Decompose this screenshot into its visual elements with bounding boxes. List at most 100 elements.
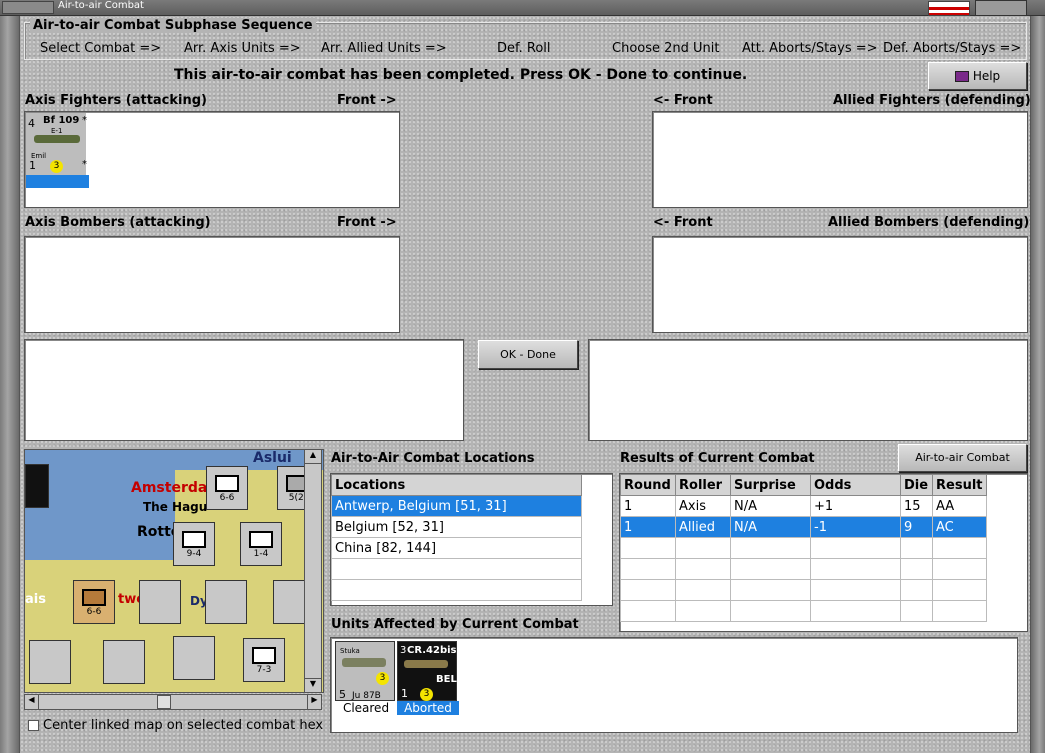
map-label-ais: ais (25, 592, 46, 607)
close-button[interactable] (975, 0, 1027, 16)
col-round[interactable]: Round (620, 474, 676, 496)
allied-fighters-front: <- Front (653, 93, 713, 108)
axis-bombers-box[interactable] (24, 236, 400, 333)
axis-fighters-front: Front -> (337, 93, 397, 108)
seq-step-def-aborts: Def. Aborts/Stays => (883, 41, 1022, 56)
title-bar: Air-to-air Combat (0, 0, 1045, 16)
infantry-icon (215, 475, 239, 492)
scroll-right-arrow-icon[interactable]: ▶ (307, 695, 321, 709)
location-row[interactable]: China [82, 144] (331, 537, 582, 559)
map-counter[interactable]: 9-4 (173, 522, 215, 566)
table-row (620, 558, 987, 580)
table-row (620, 537, 987, 559)
fighter-plane-icon (404, 660, 448, 668)
scroll-up-arrow-icon[interactable]: ▲ (305, 450, 321, 464)
infantry-icon (252, 647, 276, 664)
cell-roller: Axis (675, 495, 731, 517)
mini-map[interactable]: Aslui Amsterda The Hagu Rotterda ais twe… (24, 449, 324, 693)
map-horizontal-scrollbar[interactable]: ◀ ▶ (24, 694, 322, 710)
table-row (620, 600, 987, 622)
left-frame (0, 16, 20, 753)
infantry-icon (82, 589, 106, 606)
results-table-box: Round Roller Surprise Odds Die Result 1 … (619, 473, 1028, 632)
scroll-thumb[interactable] (157, 695, 171, 709)
cell-result: AC (932, 516, 987, 538)
allied-combat-text (588, 339, 1028, 441)
circle-3-icon: 3 (420, 688, 433, 701)
results-title: Results of Current Combat (620, 451, 815, 466)
location-row[interactable] (331, 558, 582, 580)
locations-header[interactable]: Locations (331, 474, 582, 496)
cell-surprise: N/A (730, 516, 811, 538)
ok-done-button[interactable]: OK - Done (478, 340, 578, 369)
cell-surprise: N/A (730, 495, 811, 517)
map-counter[interactable]: 1-4 (240, 522, 282, 566)
map-counter[interactable] (205, 580, 247, 624)
map-counter[interactable] (29, 640, 71, 684)
window-title: Air-to-air Combat (58, 0, 144, 11)
status-aborted: Aborted (397, 701, 459, 715)
seq-step-choose-2nd: Choose 2nd Unit (612, 41, 720, 56)
cell-die: 9 (900, 516, 933, 538)
map-label-amsterdam: Amsterda (131, 480, 208, 496)
location-row[interactable]: Antwerp, Belgium [51, 31] (331, 495, 582, 517)
circle-3-icon: 3 (50, 160, 63, 173)
allied-fighters-box[interactable] (652, 111, 1028, 208)
german-flag-icon (928, 1, 970, 16)
map-counter[interactable] (25, 464, 49, 508)
infantry-icon (182, 531, 206, 548)
combat-chart-button[interactable]: Air-to-air Combat Chart (898, 444, 1027, 490)
status-cleared: Cleared (342, 701, 390, 715)
table-row[interactable]: 1 Allied N/A -1 9 AC (620, 516, 987, 538)
location-row[interactable] (331, 579, 582, 601)
status-message: This air-to-air combat has been complete… (174, 67, 748, 83)
axis-fighters-label: Axis Fighters (attacking) (25, 93, 207, 108)
scroll-down-arrow-icon[interactable]: ▼ (305, 678, 321, 692)
map-counter[interactable] (103, 640, 145, 684)
sequence-title: Air-to-air Combat Subphase Sequence (30, 18, 316, 33)
map-counter[interactable]: 6-6 (73, 580, 115, 624)
map-vertical-scrollbar[interactable]: ▲ ▼ (304, 449, 322, 693)
col-odds[interactable]: Odds (810, 474, 901, 496)
cell-roller: Allied (675, 516, 731, 538)
seq-step-att-aborts: Att. Aborts/Stays => (742, 41, 878, 56)
col-die[interactable]: Die (900, 474, 933, 496)
affected-unit-cr42[interactable]: 3 CR.42bis BEL 1 3 (397, 641, 457, 701)
col-result[interactable]: Result (932, 474, 987, 496)
book-icon (954, 71, 969, 82)
col-surprise[interactable]: Surprise (730, 474, 811, 496)
unit-selection-bar (26, 175, 89, 188)
center-map-checkbox[interactable] (28, 720, 39, 731)
map-counter[interactable]: 7-3 (243, 638, 285, 682)
map-label-hague: The Hagu (143, 500, 208, 514)
axis-fighter-unit[interactable]: 4 Bf 109 E-1 * Emil 1 3 * (26, 113, 89, 188)
help-button[interactable]: Help (928, 62, 1027, 90)
table-row[interactable]: 1 Axis N/A +1 15 AA (620, 495, 987, 517)
cell-odds: +1 (810, 495, 901, 517)
cell-die: 15 (900, 495, 933, 517)
affected-unit-stuka[interactable]: Stuka 3 5 Ju 87B (335, 641, 395, 701)
map-counter[interactable] (173, 636, 215, 680)
allied-fighters-label: Allied Fighters (defending) (833, 93, 1031, 108)
axis-bombers-label: Axis Bombers (attacking) (25, 215, 211, 230)
bomber-plane-icon (342, 658, 386, 667)
allied-bombers-front: <- Front (653, 215, 713, 230)
locations-list[interactable]: Locations Antwerp, Belgium [51, 31] Belg… (330, 473, 613, 606)
seq-step-def-roll: Def. Roll (497, 41, 551, 56)
locations-title: Air-to-Air Combat Locations (331, 451, 535, 466)
center-map-label: Center linked map on selected combat hex (43, 718, 324, 733)
axis-fighters-box[interactable]: 4 Bf 109 E-1 * Emil 1 3 * (24, 111, 400, 208)
location-row[interactable]: Belgium [52, 31] (331, 516, 582, 538)
scroll-left-arrow-icon[interactable]: ◀ (25, 695, 39, 709)
map-counter[interactable] (139, 580, 181, 624)
seq-step-arr-axis: Arr. Axis Units => (184, 41, 301, 56)
affected-units-box[interactable]: Stuka 3 5 Ju 87B Cleared 3 CR.42bis BEL … (330, 637, 1018, 733)
affected-title: Units Affected by Current Combat (331, 617, 579, 632)
col-roller[interactable]: Roller (675, 474, 731, 496)
axis-combat-text (24, 339, 464, 441)
table-row (620, 579, 987, 601)
window-icon (2, 1, 54, 14)
allied-bombers-box[interactable] (652, 236, 1028, 333)
map-label-aslui: Aslui (253, 450, 292, 466)
map-counter[interactable]: 6-6 (206, 466, 248, 510)
